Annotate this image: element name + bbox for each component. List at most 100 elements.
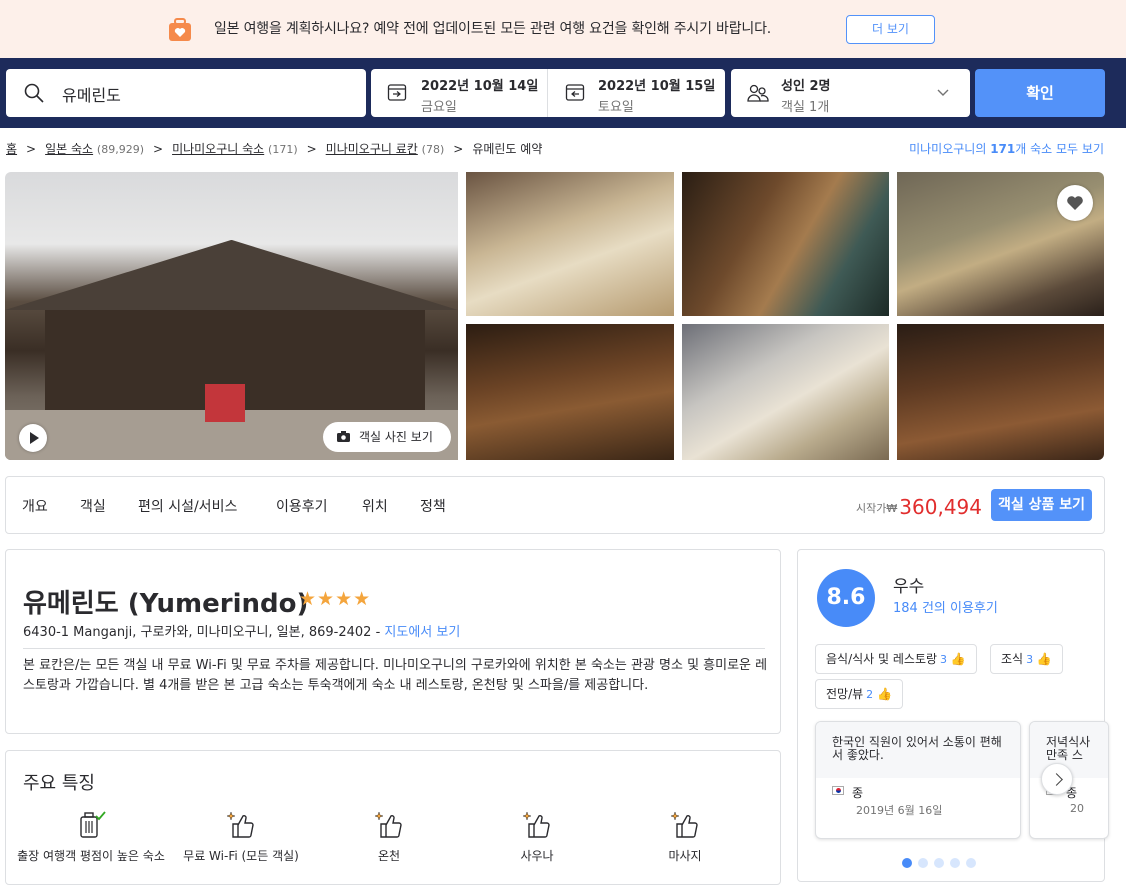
destination-value: 유메린도 xyxy=(62,86,121,105)
gallery-thumb-lobby[interactable] xyxy=(897,324,1104,460)
key-features-title: 주요 특징 xyxy=(23,773,95,794)
thumbs-up-icon: 👍 xyxy=(950,652,966,666)
carousel-dot[interactable] xyxy=(966,858,976,868)
breadcrumb-count: (89,929) xyxy=(96,143,144,156)
tab-rooms[interactable]: 객실 xyxy=(80,496,106,516)
from-label: 시작가 xyxy=(856,502,887,515)
hotel-description: 본 료칸은/는 모든 객실 내 무료 Wi-Fi 및 무료 주차를 제공합니다.… xyxy=(23,658,768,693)
review-card[interactable]: 한국인 직원이 있어서 소통이 편해서 좋았다. 종 2019년 6월 16일 xyxy=(815,721,1021,839)
search-icon xyxy=(24,83,44,103)
feature-label: 무료 Wi-Fi (모든 객실) xyxy=(183,849,299,863)
breadcrumb-item-ryokan[interactable]: 미나미오구니 료칸 xyxy=(326,142,418,156)
key-features-card: 주요 특징 출장 여행객 평점이 높은 숙소 무료 Wi-Fi (모든 객실) … xyxy=(5,750,781,885)
chevron-down-icon xyxy=(937,89,949,96)
review-chip-view[interactable]: 전망/뷰 2 👍 xyxy=(815,679,903,709)
checkin-calendar-icon xyxy=(387,84,407,101)
feature-item: 사우나 xyxy=(462,811,612,864)
chip-label: 전망/뷰 xyxy=(826,687,864,701)
chip-label: 음식/식사 및 레스토랑 xyxy=(826,652,938,666)
gallery-thumb-room[interactable] xyxy=(466,172,674,316)
guest-count: 성인 2명 xyxy=(781,79,831,94)
confirm-search-button[interactable]: 확인 xyxy=(975,69,1105,117)
camera-icon xyxy=(337,431,350,442)
checkout-day: 토요일 xyxy=(598,100,634,115)
feature-item: 출장 여행객 평점이 높은 숙소 xyxy=(16,811,166,864)
carousel-dots xyxy=(902,853,982,872)
breadcrumb-home[interactable]: 홈 xyxy=(6,142,17,156)
heart-icon xyxy=(1067,196,1083,210)
view-more-button[interactable]: 더 보기 xyxy=(846,15,935,44)
checkin-date: 2022년 10월 14일 xyxy=(421,79,539,94)
tab-amenities[interactable]: 편의 시설/서비스 xyxy=(138,496,237,516)
price-from: 시작가₩ 360,494 xyxy=(856,495,982,519)
tab-overview[interactable]: 개요 xyxy=(22,496,48,516)
room-count: 객실 1개 xyxy=(781,100,830,115)
date-divider xyxy=(547,69,548,117)
advisory-text: 일본 여행을 계획하시나요? 예약 전에 업데이트된 모든 관련 여행 요건을 … xyxy=(214,21,772,37)
search-bar: 유메린도 2022년 10월 14일 금요일 2022년 10월 15일 토요일… xyxy=(0,58,1126,128)
review-chip-breakfast[interactable]: 조식 3 👍 xyxy=(990,644,1063,674)
reviewer-name: 종 xyxy=(852,786,864,800)
carousel-dot[interactable] xyxy=(918,858,928,868)
room-photos-label: 객실 사진 보기 xyxy=(359,430,433,444)
play-video-icon[interactable] xyxy=(19,424,47,452)
gallery-thumb-corridor[interactable] xyxy=(682,172,889,316)
photo-carpet xyxy=(205,384,245,422)
section-tabs: 개요 객실 편의 시설/서비스 이용후기 위치 정책 시작가₩ 360,494 객… xyxy=(5,476,1105,534)
korea-flag-icon xyxy=(832,786,844,795)
chip-count: 2 xyxy=(866,688,874,701)
all-prefix: 미나미오구니의 xyxy=(909,142,991,156)
review-chip-food[interactable]: 음식/식사 및 레스토랑 3 👍 xyxy=(815,644,977,674)
thumbs-up-icon: 👍 xyxy=(1036,652,1052,666)
breadcrumb-item-japan[interactable]: 일본 숙소 xyxy=(45,142,93,156)
review-date: 2019년 6월 16일 xyxy=(856,804,943,817)
all-suffix: 개 숙소 모두 보기 xyxy=(1015,142,1104,156)
feature-item: 마사지 xyxy=(610,811,760,864)
date-picker[interactable]: 2022년 10월 14일 금요일 2022년 10월 15일 토요일 xyxy=(371,69,725,117)
room-photos-button[interactable]: 객실 사진 보기 xyxy=(323,422,451,452)
view-on-map-link[interactable]: 지도에서 보기 xyxy=(384,625,460,640)
feature-item: 온천 xyxy=(314,811,464,864)
all-count: 171 xyxy=(990,142,1016,156)
favorite-button[interactable] xyxy=(1057,185,1093,221)
carousel-dot[interactable] xyxy=(934,858,944,868)
address-text: 6430-1 Manganji, 구로카와, 미나미오구니, 일본, 869-2… xyxy=(23,625,385,640)
guests-selector[interactable]: 성인 2명 객실 1개 xyxy=(731,69,970,117)
feature-item: 무료 Wi-Fi (모든 객실) xyxy=(166,811,316,864)
people-icon xyxy=(747,84,769,102)
feature-label: 온천 xyxy=(377,849,401,863)
checkout-date-field[interactable]: 2022년 10월 15일 토요일 xyxy=(598,75,715,115)
destination-search-input[interactable]: 유메린도 xyxy=(6,69,366,117)
thumbs-up-sparkle-icon xyxy=(522,811,550,838)
star-rating: ★★★★ xyxy=(299,588,372,610)
gallery-thumb-dining[interactable] xyxy=(466,324,674,460)
checkout-date: 2022년 10월 15일 xyxy=(598,79,716,94)
tab-policies[interactable]: 정책 xyxy=(420,496,446,516)
review-rating-label: 우수 xyxy=(893,577,925,597)
breadcrumb-current: 유메린도 예약 xyxy=(472,142,543,156)
breadcrumb: 홈 > 일본 숙소 (89,929) > 미나미오구니 숙소 (171) > 미나미오구니 … xyxy=(6,142,543,156)
breadcrumb-count: (78) xyxy=(421,143,445,156)
carousel-dot[interactable] xyxy=(950,858,960,868)
view-all-properties-link[interactable]: 미나미오구니의 171개 숙소 모두 보기 xyxy=(909,140,1104,157)
divider xyxy=(23,648,765,649)
main-hotel-photo[interactable]: 객실 사진 보기 xyxy=(5,172,458,460)
feature-label: 출장 여행객 평점이 높은 숙소 xyxy=(17,849,165,863)
hotel-info-card: 유메린도 (Yumerindo) ★★★★ 6430-1 Manganji, 구… xyxy=(5,549,781,734)
review-count-link[interactable]: 184 건의 이용후기 xyxy=(893,597,998,616)
checkout-calendar-icon xyxy=(565,84,585,101)
view-room-deals-button[interactable]: 객실 상품 보기 xyxy=(991,489,1092,521)
suitcase-icon xyxy=(169,18,191,41)
thumbs-up-icon: 👍 xyxy=(877,687,892,701)
breadcrumb-item-city[interactable]: 미나미오구니 숙소 xyxy=(172,142,264,156)
photo-roof xyxy=(5,240,458,310)
gallery-thumb-meal[interactable] xyxy=(682,324,889,460)
checkin-date-field[interactable]: 2022년 10월 14일 금요일 xyxy=(421,75,538,115)
chip-count: 3 xyxy=(1026,653,1034,666)
next-review-button[interactable] xyxy=(1041,763,1073,795)
breadcrumb-count: (171) xyxy=(268,143,298,156)
carousel-dot[interactable] xyxy=(902,858,912,868)
tab-reviews[interactable]: 이용후기 xyxy=(276,496,328,516)
thumbs-up-sparkle-icon xyxy=(670,811,698,838)
tab-location[interactable]: 위치 xyxy=(362,496,388,516)
